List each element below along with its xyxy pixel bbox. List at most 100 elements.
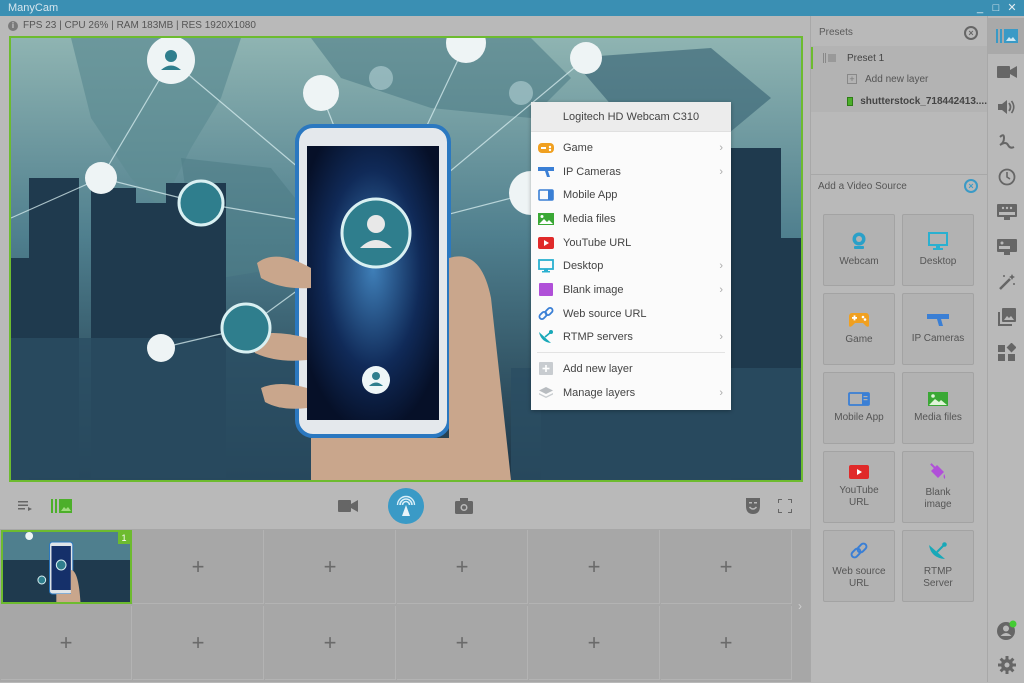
menu-item-label: Blank image (563, 283, 624, 296)
menu-item-label: Game (563, 141, 593, 154)
video-source-header: Add a Video Source (811, 174, 987, 198)
source-tile-webcam[interactable]: Webcam (823, 214, 895, 286)
theater-mask-icon[interactable] (744, 497, 762, 515)
drag-handle-icon[interactable] (823, 53, 837, 63)
menu-item-rtmp-servers[interactable]: RTMP servers › (531, 326, 731, 350)
mobile-app-icon (848, 392, 870, 406)
mobile-app-icon (538, 188, 554, 202)
close-button[interactable]: ✕ (1004, 0, 1020, 16)
menu-item-label: Desktop (563, 260, 604, 273)
preview-toolbar (0, 484, 810, 528)
tile-label: IP Cameras (911, 333, 965, 344)
source-tile-desktop[interactable]: Desktop (902, 214, 974, 286)
add-scene-button[interactable]: + (133, 606, 264, 680)
menu-item-desktop[interactable]: Desktop › (531, 254, 731, 278)
menu-item-youtube-url[interactable]: YouTube URL (531, 231, 731, 255)
sidebar-lower-thirds-button[interactable] (988, 194, 1024, 230)
satellite-dish-icon (538, 330, 554, 344)
presets-title: Presets (819, 27, 853, 38)
presets-close-button[interactable]: × (964, 26, 978, 40)
source-tile-ip-cameras[interactable]: IP Cameras (902, 293, 974, 365)
sidebar-video-button[interactable] (988, 54, 1024, 90)
menu-item-media-files[interactable]: Media files (531, 207, 731, 231)
source-tile-web-source-url[interactable]: Web source URL (823, 530, 895, 602)
menu-item-ip-cameras[interactable]: IP Cameras › (531, 160, 731, 184)
add-source-context-menu: Logitech HD Webcam C310 Game › IP Camera… (531, 102, 731, 410)
sidebar-settings-button[interactable] (988, 647, 1024, 683)
webcam-icon (852, 232, 866, 249)
chevron-right-icon: › (719, 283, 723, 296)
menu-item-add-new-layer[interactable]: Add new layer (531, 357, 731, 381)
menu-item-manage-layers[interactable]: Manage layers › (531, 381, 731, 405)
add-scene-button[interactable]: + (661, 530, 792, 604)
media-gallery-icon (997, 308, 1016, 326)
tile-label: YouTube URL (839, 485, 879, 508)
title-bar: ManyCam _ □ ✕ (0, 0, 1024, 16)
add-scene-button[interactable]: + (397, 530, 528, 604)
source-tile-youtube-url[interactable]: YouTube URL (823, 451, 895, 523)
right-panel: Presets × Preset 1 + Add new layer shutt… (810, 16, 987, 682)
broadcast-button[interactable] (388, 488, 424, 524)
sidebar-presets-button[interactable] (988, 18, 1024, 54)
sidebar-widgets-button[interactable] (988, 334, 1024, 370)
menu-item-current-webcam[interactable]: Logitech HD Webcam C310 (531, 102, 731, 132)
layers-panel-icon[interactable] (50, 497, 74, 515)
menu-item-game[interactable]: Game › (531, 136, 731, 160)
app-title: ManyCam (8, 2, 59, 14)
preset-name: Preset 1 (847, 52, 885, 64)
youtube-icon (849, 465, 869, 479)
layer-name: shutterstock_718442413.... (860, 95, 987, 107)
add-new-layer-item[interactable]: + Add new layer (811, 68, 987, 90)
preset-item-1[interactable]: Preset 1 (811, 47, 987, 69)
chevron-right-icon: › (719, 260, 723, 273)
info-icon[interactable]: i (8, 21, 18, 31)
tile-label: Mobile App (834, 412, 884, 423)
sidebar-audio-button[interactable] (988, 89, 1024, 125)
chevron-right-icon: › (719, 331, 723, 344)
sidebar-chroma-key-button[interactable] (988, 229, 1024, 265)
add-scene-button[interactable]: + (265, 530, 396, 604)
camera-icon[interactable] (454, 496, 474, 516)
sidebar-effects-button[interactable] (988, 264, 1024, 300)
grid-next-page-button[interactable]: › (798, 599, 802, 613)
fullscreen-icon[interactable] (776, 497, 794, 515)
broadcast-icon (396, 495, 416, 516)
presets-header: Presets (811, 16, 987, 46)
source-tile-media-files[interactable]: Media files (902, 372, 974, 444)
layer-item[interactable]: shutterstock_718442413.... (811, 90, 987, 112)
menu-item-label: IP Cameras (563, 165, 621, 178)
source-tile-game[interactable]: Game (823, 293, 895, 365)
maximize-button[interactable]: □ (988, 0, 1004, 16)
source-tile-blank-image[interactable]: Blank image (902, 451, 974, 523)
add-scene-button[interactable]: + (1, 606, 132, 680)
menu-item-mobile-app[interactable]: Mobile App (531, 183, 731, 207)
tile-label: Game (845, 334, 873, 345)
playlist-icon[interactable] (16, 498, 34, 514)
blank-image-icon (538, 282, 554, 297)
add-layer-icon (538, 362, 554, 376)
image-icon (538, 212, 554, 226)
stats-text: FPS 23 | CPU 26% | RAM 183MB | RES 1920X… (23, 20, 256, 31)
add-scene-button[interactable]: + (133, 530, 264, 604)
source-tile-rtmp-server[interactable]: RTMP Server (902, 530, 974, 602)
add-scene-button[interactable]: + (265, 606, 396, 680)
video-source-close-button[interactable]: × (964, 179, 978, 193)
account-icon (996, 620, 1016, 640)
scene-grid: 1 + + + + + + + + + + + › (0, 529, 810, 682)
video-camera-icon[interactable] (336, 497, 360, 515)
tile-label: Web source URL (832, 566, 886, 589)
menu-item-web-source-url[interactable]: Web source URL (531, 302, 731, 326)
add-scene-button[interactable]: + (397, 606, 528, 680)
sidebar-drawing-button[interactable] (988, 124, 1024, 160)
sidebar-account-button[interactable] (988, 612, 1024, 648)
sidebar-time-button[interactable] (988, 159, 1024, 195)
speaker-icon (997, 100, 1015, 114)
sidebar-media-button[interactable] (988, 299, 1024, 335)
source-tile-mobile-app[interactable]: Mobile App (823, 372, 895, 444)
add-scene-button[interactable]: + (529, 606, 660, 680)
scene-thumbnail-1[interactable]: 1 (1, 530, 132, 604)
menu-item-blank-image[interactable]: Blank image › (531, 278, 731, 302)
add-scene-button[interactable]: + (661, 606, 792, 680)
minimize-button[interactable]: _ (972, 0, 988, 16)
add-scene-button[interactable]: + (529, 530, 660, 604)
